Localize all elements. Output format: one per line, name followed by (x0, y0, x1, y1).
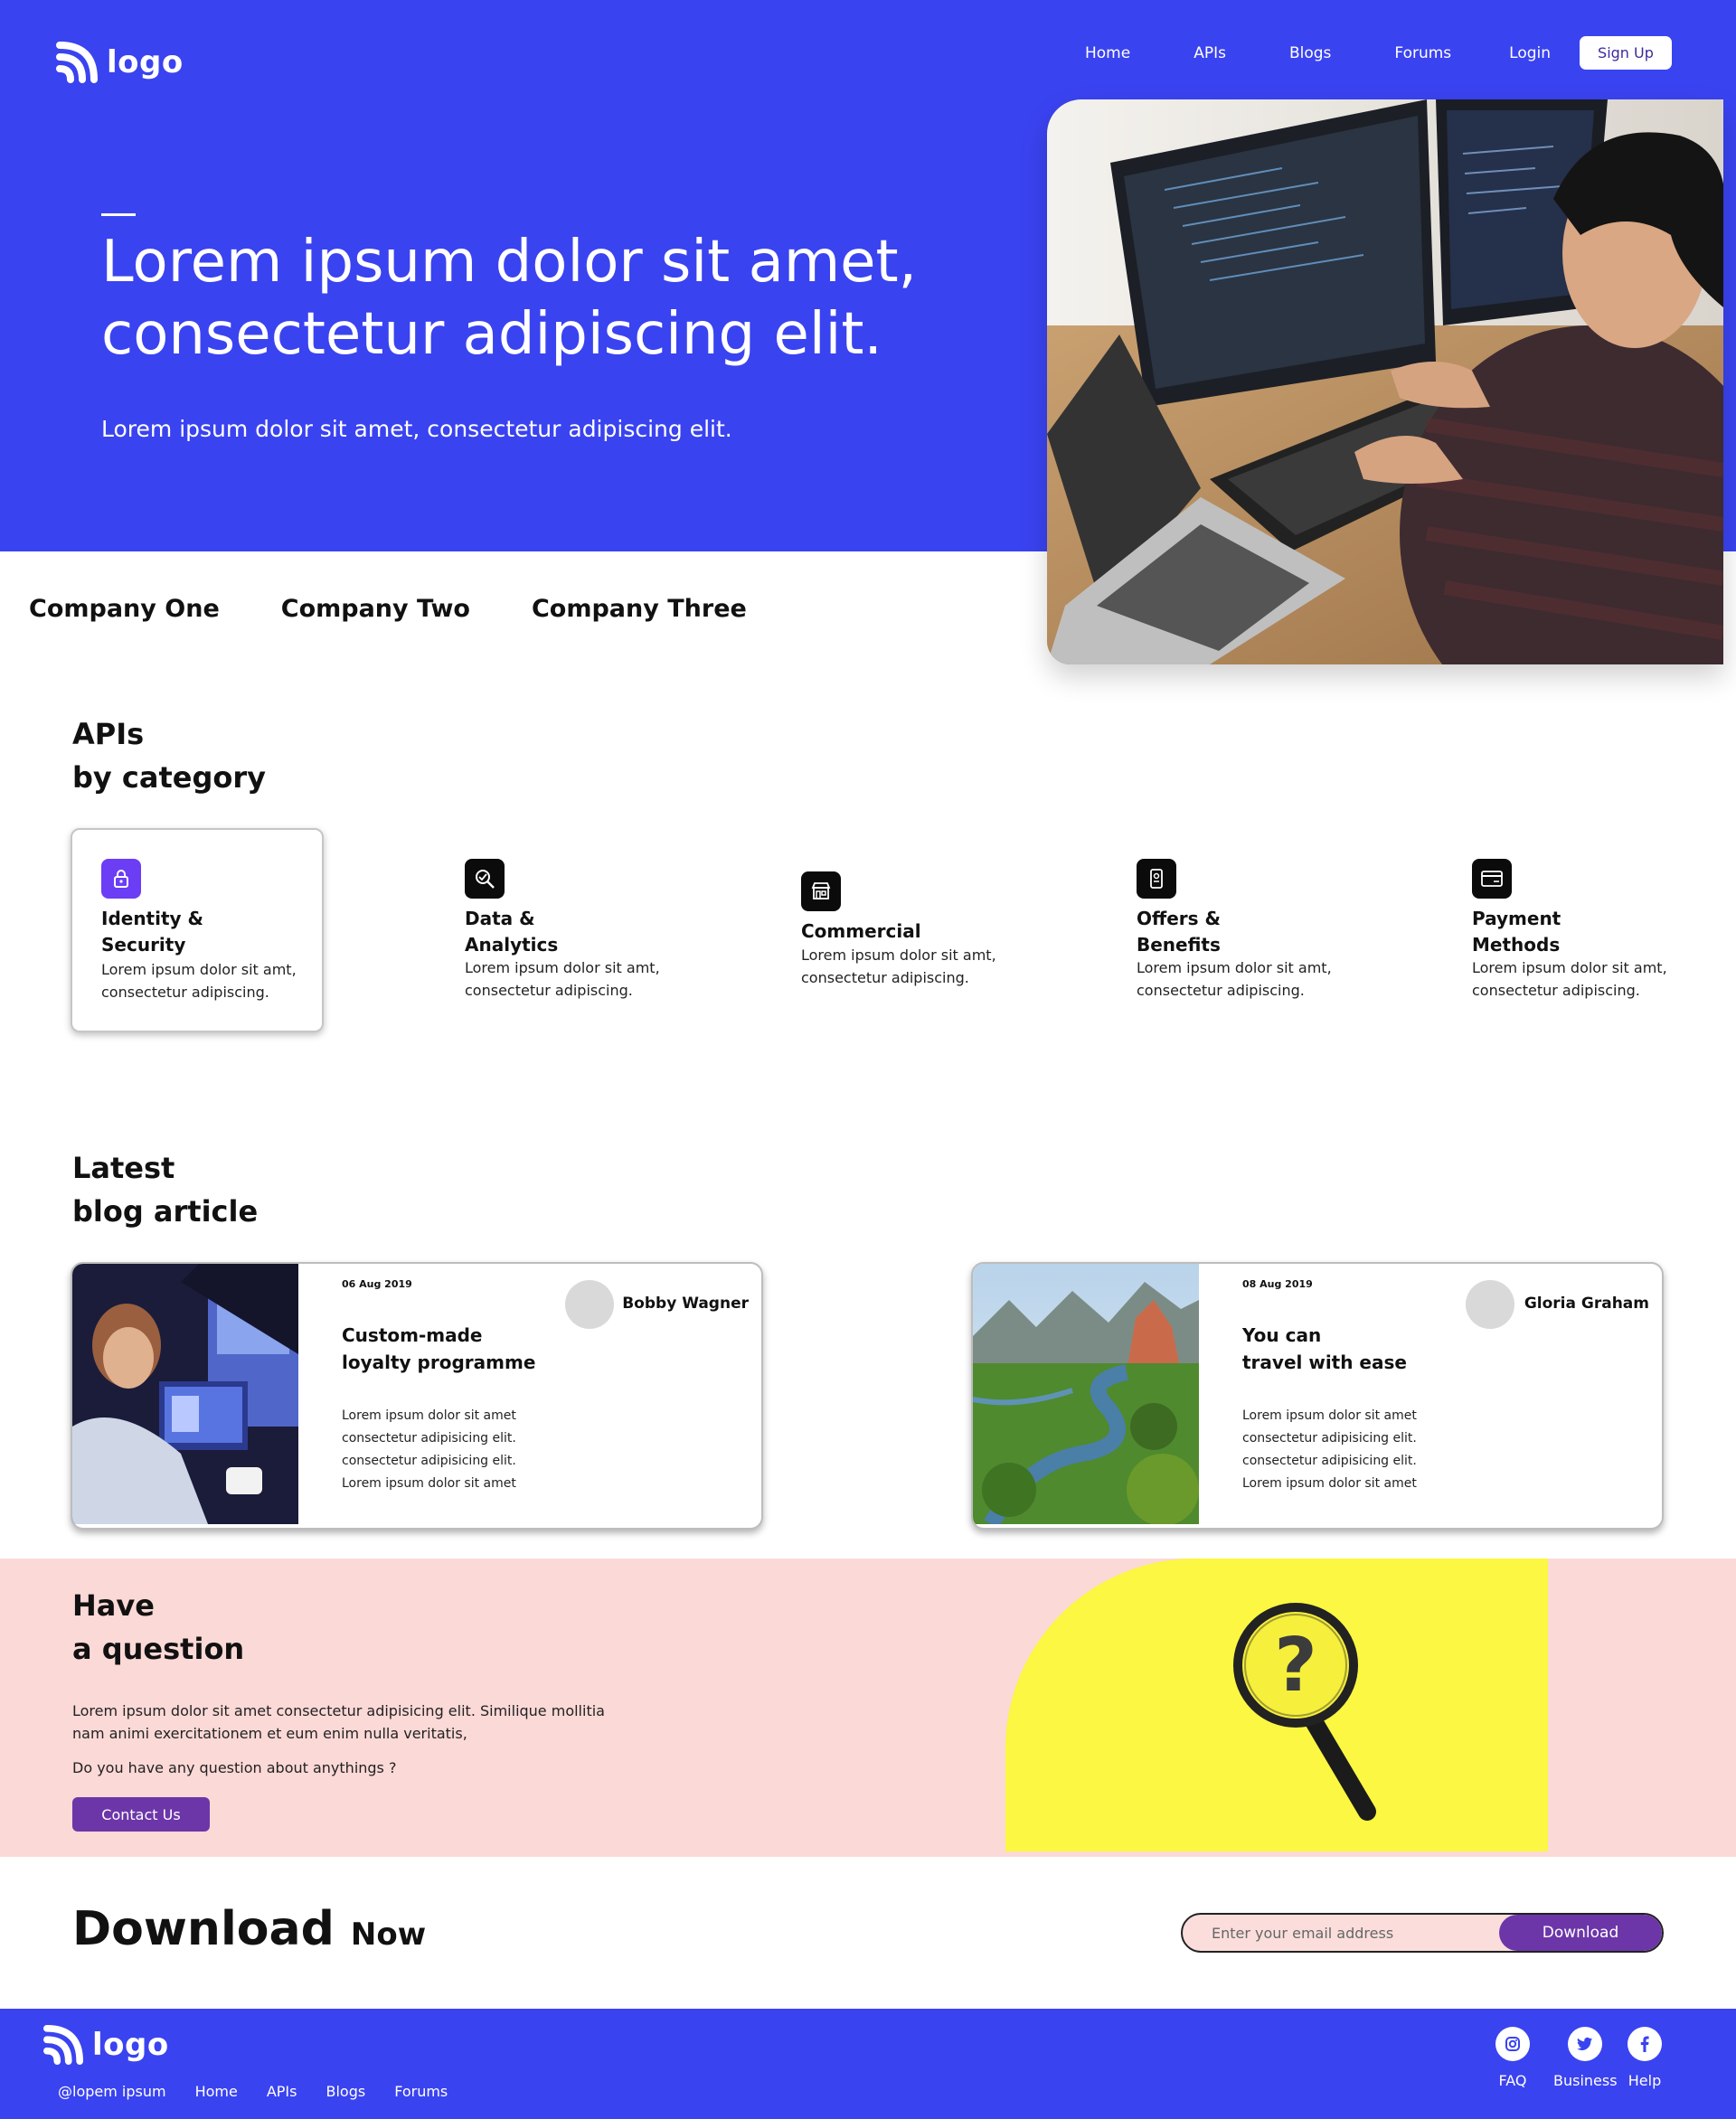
apis-heading-line2: by category (72, 760, 266, 795)
hero-title-line1: Lorem ipsum dolor sit amet, (101, 229, 917, 296)
download-form: Download (1181, 1913, 1664, 1953)
category-offers-benefits[interactable]: Offers & Benefits Lorem ipsum dolor sit a… (1108, 828, 1361, 1032)
blog-card[interactable]: 08 Aug 2019 Gloria Graham You can travel … (971, 1262, 1664, 1530)
nav-apis[interactable]: APIs (1194, 44, 1226, 62)
nav-home[interactable]: Home (1085, 44, 1130, 62)
category-description: Lorem ipsum dolor sit amt, consectetur ad… (1137, 959, 1332, 999)
category-payment-methods[interactable]: Payment Methods Lorem ipsum dolor sit amt… (1443, 828, 1696, 1032)
footer-link-home[interactable]: Home (195, 2083, 238, 2100)
signup-button[interactable]: Sign Up (1580, 36, 1672, 70)
question-text: Lorem ipsum dolor sit amet consectetur a… (72, 1702, 605, 1742)
category-description: Lorem ipsum dolor sit amt, consectetur ad… (465, 959, 660, 999)
nav-login[interactable]: Login (1509, 44, 1551, 62)
hero-title-line2: consectetur adipiscing elit. (101, 301, 882, 368)
category-data-analytics[interactable]: Data & Analytics Lorem ipsum dolor sit am… (436, 828, 689, 1032)
category-title: Offers & Benefits (1137, 908, 1221, 956)
footer-copyright: @lopem ipsum (58, 2083, 166, 2100)
twitter-icon[interactable] (1568, 2027, 1603, 2061)
category-description: Lorem ipsum dolor sit amt, consectetur ad… (801, 946, 996, 986)
footer-social-faq[interactable]: FAQ (1495, 2027, 1530, 2089)
category-title: Identity & Security (101, 908, 203, 956)
blog-image (72, 1264, 298, 1524)
store-icon (801, 871, 841, 911)
blog-excerpt: Lorem ipsum dolor sit amet consectetur ad… (342, 1408, 516, 1491)
blog-heading: Latest blog article (72, 1146, 258, 1233)
card-icon (1472, 859, 1512, 899)
nav-blogs[interactable]: Blogs (1289, 44, 1331, 62)
category-title: Data & Analytics (465, 908, 559, 956)
blog-title: You can travel with ease (1242, 1324, 1407, 1373)
category-identity-security[interactable]: Identity & Security Lorem ipsum dolor sit… (71, 828, 324, 1032)
blog-title: Custom-made loyalty programme (342, 1324, 536, 1373)
footer-link-forums[interactable]: Forums (394, 2083, 448, 2100)
category-description: Lorem ipsum dolor sit amt, consectetur ad… (1472, 959, 1667, 999)
question-heading: Have a question (72, 1588, 245, 1666)
logo-text: logo (107, 44, 184, 80)
blog-author: Gloria Graham (1524, 1295, 1649, 1313)
company-two: Company Two (280, 595, 470, 623)
category-title: Commercial (801, 920, 921, 942)
blog-excerpt: Lorem ipsum dolor sit amet consectetur ad… (1242, 1408, 1417, 1491)
blog-date: 08 Aug 2019 (1242, 1278, 1313, 1290)
email-input[interactable] (1183, 1915, 1505, 1951)
blog-card[interactable]: 06 Aug 2019 Bobby Wagner Custom-made loya… (71, 1262, 763, 1530)
blog-image (973, 1264, 1199, 1528)
hero-image (1047, 99, 1723, 664)
hero-accent-line (101, 213, 136, 216)
download-heading: Download Now (72, 1902, 427, 1956)
footer-link-apis[interactable]: APIs (267, 2083, 297, 2100)
footer-link-blogs[interactable]: Blogs (326, 2083, 365, 2100)
company-one: Company One (29, 595, 220, 623)
category-description: Lorem ipsum dolor sit amt, consectetur ad… (101, 961, 297, 1001)
blog-date: 06 Aug 2019 (342, 1278, 412, 1290)
footer-social-help[interactable]: Help (1628, 2027, 1662, 2089)
top-nav: Home APIs Blogs Forums Login Sign Up (1058, 36, 1672, 70)
footer-faq-label[interactable]: FAQ (1499, 2072, 1527, 2089)
svg-text:?: ? (1274, 1623, 1317, 1709)
apis-heading: APIs by category (72, 712, 266, 799)
hero-subtitle: Lorem ipsum dolor sit amet, consectetur … (101, 416, 732, 442)
logo-icon (43, 2025, 83, 2065)
footer: logo @lopem ipsum Home APIs Blogs Forums… (0, 2009, 1736, 2119)
hero-title: Lorem ipsum dolor sit amet, consectetur … (101, 226, 1005, 371)
apis-heading-line1: APIs (72, 717, 145, 751)
blog-heading-line1: Latest (72, 1151, 175, 1185)
footer-social-business[interactable]: Business (1553, 2027, 1618, 2089)
question-section: Have a question Lorem ipsum dolor sit ame… (0, 1559, 1736, 1857)
blog-heading-line2: blog article (72, 1194, 259, 1229)
blog-author: Bobby Wagner (622, 1295, 749, 1313)
question-image: ? (1005, 1559, 1548, 1851)
logo-icon (56, 42, 98, 83)
nav-forums[interactable]: Forums (1394, 44, 1451, 62)
footer-help-label[interactable]: Help (1628, 2072, 1661, 2089)
facebook-icon[interactable] (1628, 2027, 1662, 2061)
instagram-icon[interactable] (1495, 2027, 1530, 2061)
logo-text: logo (92, 2027, 169, 2063)
category-title: Payment Methods (1472, 908, 1561, 956)
company-three: Company Three (531, 595, 747, 623)
footer-logo[interactable]: logo (43, 2025, 169, 2065)
footer-links: @lopem ipsum Home APIs Blogs Forums (58, 2083, 448, 2100)
footer-business-label[interactable]: Business (1553, 2072, 1618, 2089)
offer-icon (1137, 859, 1176, 899)
contact-us-button[interactable]: Contact Us (72, 1797, 210, 1832)
download-button[interactable]: Download (1499, 1915, 1662, 1951)
question-prompt: Do you have any question about anythings… (72, 1759, 397, 1776)
analytics-icon (465, 859, 505, 899)
company-logos: Company One Company Two Company Three (29, 595, 747, 623)
category-commercial[interactable]: Commercial Lorem ipsum dolor sit amt, con… (772, 828, 1025, 1032)
header-logo[interactable]: logo (56, 42, 184, 83)
lock-icon (101, 859, 141, 899)
